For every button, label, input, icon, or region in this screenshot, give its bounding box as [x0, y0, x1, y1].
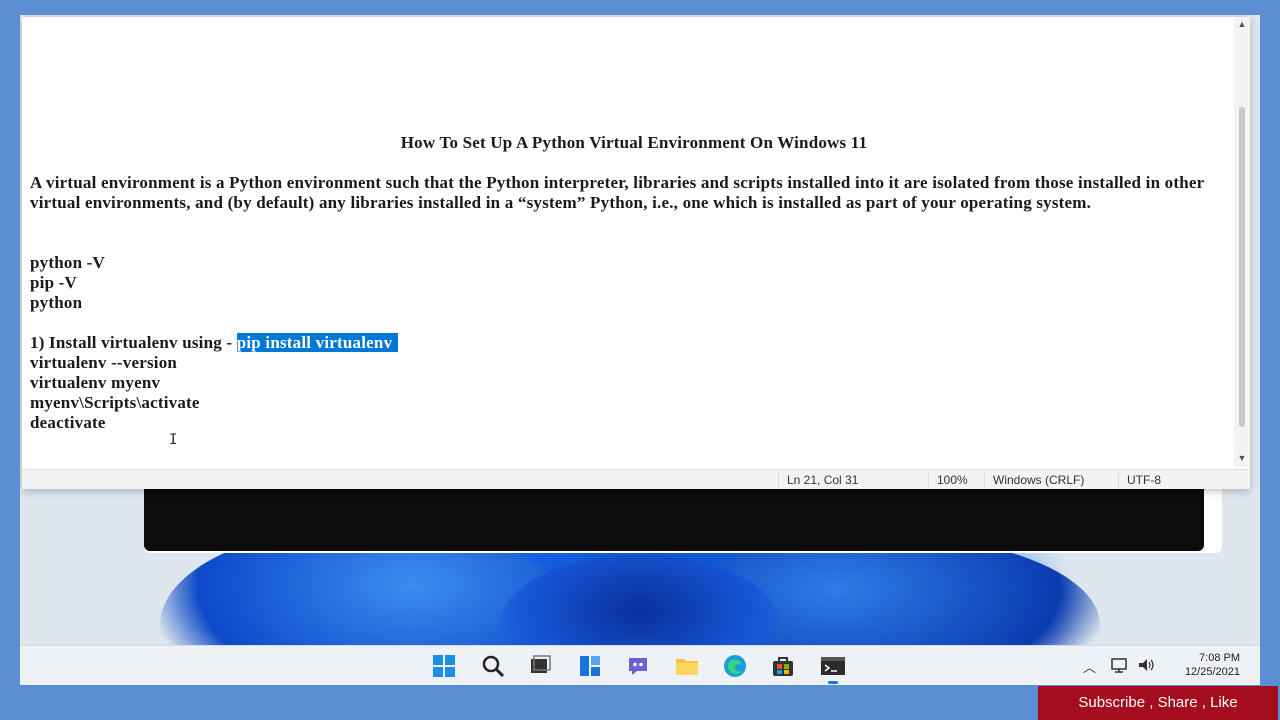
- command-line: virtualenv myenv: [30, 373, 161, 392]
- command-line: python -V: [30, 253, 106, 272]
- vertical-scrollbar[interactable]: ▲ ▼: [1234, 17, 1250, 467]
- command-line: python: [30, 293, 83, 312]
- teams-chat-icon[interactable]: [626, 654, 650, 678]
- windows-start-icon[interactable]: [432, 654, 456, 678]
- store-icon[interactable]: [771, 654, 795, 678]
- line-ending: Windows (CRLF): [984, 473, 1118, 488]
- task-view-icon[interactable]: [528, 654, 552, 678]
- network-icon[interactable]: [1111, 657, 1129, 676]
- status-bar: Ln 21, Col 31 100% Windows (CRLF) UTF-8: [22, 469, 1250, 489]
- desktop: How To Set Up A Python Virtual Environme…: [20, 15, 1260, 685]
- clock[interactable]: 7:08 PM 12/25/2021: [1185, 651, 1240, 679]
- search-icon[interactable]: [481, 654, 505, 678]
- encoding: UTF-8: [1118, 473, 1228, 488]
- notepad-window[interactable]: How To Set Up A Python Virtual Environme…: [22, 17, 1250, 489]
- step-1-line: 1) Install virtualenv using - pip instal…: [30, 333, 1234, 353]
- file-explorer-icon[interactable]: [675, 654, 699, 678]
- text-cursor-icon: I: [169, 432, 178, 448]
- text-editor[interactable]: How To Set Up A Python Virtual Environme…: [22, 17, 1234, 467]
- command-line: myenv\Scripts\activate: [30, 393, 200, 412]
- scroll-thumb[interactable]: [1239, 107, 1245, 427]
- edge-icon[interactable]: [723, 654, 747, 678]
- scroll-down-icon[interactable]: ▼: [1237, 453, 1247, 463]
- document-title: How To Set Up A Python Virtual Environme…: [400, 133, 868, 152]
- zoom-level: 100%: [928, 473, 984, 488]
- command-line: virtualenv --version: [30, 353, 178, 372]
- taskbar: ︿ 7:08 PM 12/25/2021: [20, 645, 1260, 685]
- selected-text[interactable]: pip install virtualenv: [236, 333, 399, 352]
- document-paragraph: A virtual environment is a Python enviro…: [30, 173, 1205, 212]
- widgets-icon[interactable]: [578, 654, 602, 678]
- command-line: pip -V: [30, 273, 78, 292]
- scroll-up-icon[interactable]: ▲: [1237, 19, 1247, 29]
- cursor-position: Ln 21, Col 31: [778, 473, 928, 488]
- step-1-prefix: 1) Install virtualenv using -: [30, 333, 237, 352]
- volume-icon[interactable]: [1137, 657, 1155, 676]
- clock-time: 7:08 PM: [1199, 652, 1240, 664]
- clock-date: 12/25/2021: [1184, 666, 1240, 678]
- terminal-icon[interactable]: [820, 654, 846, 684]
- command-line: deactivate: [30, 413, 106, 432]
- chevron-up-icon[interactable]: ︿: [1083, 657, 1096, 676]
- subscribe-banner: Subscribe , Share , Like: [1038, 686, 1278, 720]
